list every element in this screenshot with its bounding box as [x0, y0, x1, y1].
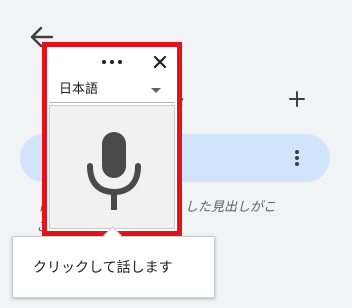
- tooltip: クリックして話します: [12, 236, 215, 298]
- add-icon[interactable]: [288, 90, 306, 108]
- more-vertical-icon[interactable]: [290, 149, 304, 167]
- hint-text-fragment: した見出しがこ: [185, 200, 277, 215]
- highlight-frame: [42, 42, 182, 236]
- tooltip-text: クリックして話します: [33, 260, 173, 276]
